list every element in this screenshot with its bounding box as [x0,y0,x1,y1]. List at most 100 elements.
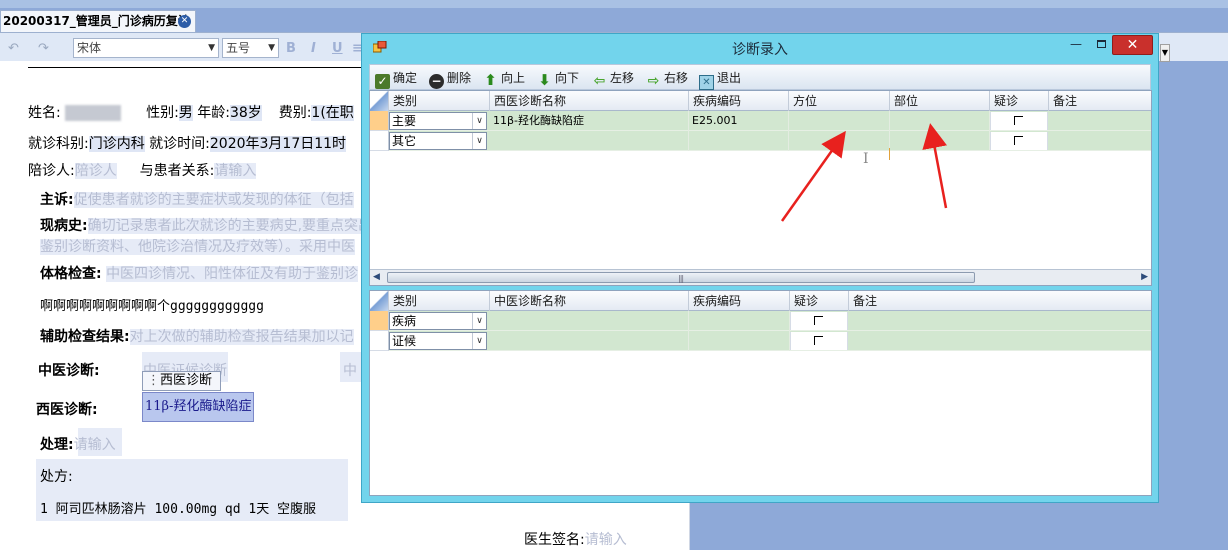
scroll-right-icon[interactable]: ▶ [1141,272,1148,282]
direction-cell[interactable] [789,111,890,131]
code-cell[interactable] [689,311,790,331]
document-tab[interactable]: 20200317_管理员_门诊病历复诊 ✕ [0,10,196,32]
code-cell[interactable]: E25.001 [689,111,789,131]
chevron-down-icon[interactable]: ∨ [472,313,486,329]
code-cell[interactable] [689,331,790,351]
col-suspected[interactable]: 疑诊 [990,91,1049,111]
treat-line: 处理:请输入 [40,434,116,454]
direction-cell[interactable] [789,131,890,151]
move-right-button[interactable]: ⇨ 右移 [646,69,688,89]
chevron-down-icon[interactable]: ∨ [472,113,486,129]
move-up-button[interactable]: ⬆ 向上 [483,69,525,88]
companion-label: 陪诊人: [28,163,75,179]
western-diagnosis-tag[interactable]: ⋮西医诊断 [142,371,222,391]
chevron-down-icon[interactable]: ∨ [472,133,486,149]
time-value[interactable]: 2020年3月17日11时 [209,136,347,152]
site-cell[interactable] [890,131,990,151]
minimize-icon[interactable]: — [1065,37,1087,53]
tcm-input-2[interactable]: 中 [343,360,357,380]
arrow-left-icon: ⇦ [593,73,606,89]
suspected-checkbox[interactable] [790,312,848,330]
name-cell[interactable]: 11β-羟化酶缺陷症 [490,111,689,131]
category-select[interactable]: 证候 ∨ [389,332,487,350]
col-category[interactable]: 类别 [389,91,490,111]
scroll-thumb[interactable]: ||| [387,272,975,283]
chevron-down-icon[interactable]: ∨ [472,333,486,349]
font-name-select[interactable]: 宋体 ▼ [73,38,219,58]
relation-input[interactable]: 请输入 [214,163,257,179]
col-code[interactable]: 疾病编码 [689,291,790,311]
italic-icon[interactable]: I [311,41,316,56]
site-cell[interactable] [890,111,990,131]
horizontal-scrollbar[interactable]: ◀ ||| ▶ [370,269,1151,285]
font-size-select[interactable]: 五号 ▼ [222,38,279,58]
history-input[interactable]: 确切记录患者此次就诊的主要病史,要重点突出 [87,218,373,234]
age-value[interactable]: 38岁 [229,105,262,121]
table-row[interactable]: 主要 ∨ 11β-羟化酶缺陷症 E25.001 [370,111,1151,131]
note-cell[interactable] [1049,111,1151,131]
maximize-icon[interactable] [1090,37,1112,53]
move-left-button[interactable]: ⇦ 左移 [592,69,634,89]
col-category[interactable]: 类别 [389,291,490,311]
close-circle-icon[interactable]: ✕ [178,15,191,28]
signature-input[interactable]: 请输入 [585,532,627,548]
exit-button[interactable]: ✕ 退出 [699,69,741,90]
category-select[interactable]: 其它 ∨ [389,132,487,150]
chevron-down-icon: ▼ [268,43,275,53]
col-note[interactable]: 备注 [849,291,1151,311]
select-all-corner[interactable] [370,91,389,111]
close-icon[interactable]: ✕ [1112,35,1153,55]
companion-input[interactable]: 陪诊人 [74,163,117,179]
treat-input[interactable]: 请输入 [74,437,116,453]
suspected-checkbox[interactable] [990,132,1048,150]
fee-value[interactable]: 1(在职 [311,105,354,121]
rx-line[interactable]: 1 阿司匹林肠溶片 100.00mg qd 1天 空腹服 [40,498,316,517]
suspected-checkbox[interactable] [790,332,848,350]
dialog-titlebar[interactable]: 诊断录入 — ✕ [362,34,1158,62]
redo-icon[interactable]: ↷ [38,41,49,56]
free-text[interactable]: 啊啊啊啊啊啊啊啊啊个gggggggggggg [40,295,264,314]
note-cell[interactable] [849,311,1151,331]
gender-label: 性别: [146,105,179,121]
col-note[interactable]: 备注 [1049,91,1151,111]
suspected-checkbox[interactable] [990,112,1048,130]
chevron-down-icon[interactable]: ▼ [1160,44,1170,62]
underline-icon[interactable]: U [332,41,343,56]
western-diagnosis-value[interactable]: 11β-羟化酶缺陷症 [142,392,254,422]
undo-icon[interactable]: ↶ [8,41,19,56]
code-cell[interactable] [689,131,789,151]
col-site[interactable]: 部位 [890,91,990,111]
bold-icon[interactable]: B [286,41,296,56]
col-code[interactable]: 疾病编码 [689,91,789,111]
row-header[interactable] [370,111,389,131]
confirm-button[interactable]: ✓ 确定 [375,69,417,89]
row-header[interactable] [370,311,389,331]
history-input-cont[interactable]: 鉴别诊断资料、他院诊治情况及疗效等）。采用中医 [40,239,355,255]
row-header[interactable] [370,131,389,151]
dept-value[interactable]: 门诊内科 [88,136,145,152]
name-cell[interactable] [490,331,689,351]
aux-input[interactable]: 对上次做的辅助检查报告结果加以记 [129,329,354,345]
select-all-corner[interactable] [370,291,389,311]
table-row[interactable]: 证候 ∨ [370,331,1151,351]
name-cell[interactable] [490,131,689,151]
category-select[interactable]: 疾病 ∨ [389,312,487,330]
move-down-button[interactable]: ⬇ 向下 [537,69,579,88]
note-cell[interactable] [849,331,1151,351]
complaint-input[interactable]: 促使患者就诊的主要症状或发现的体征（包括 [73,192,354,208]
category-select[interactable]: 主要 ∨ [389,112,487,130]
gender-value[interactable]: 男 [178,105,193,121]
col-name[interactable]: 西医诊断名称 [490,91,689,111]
name-cell[interactable] [490,311,689,331]
delete-button[interactable]: − 删除 [429,69,471,89]
col-suspected[interactable]: 疑诊 [790,291,849,311]
table-row[interactable]: 疾病 ∨ [370,311,1151,331]
col-name[interactable]: 中医诊断名称 [490,291,689,311]
exam-input[interactable]: 中医四诊情况、阳性体征及有助于鉴别诊 [106,266,359,282]
signature-label: 医生签名: [524,532,585,548]
note-cell[interactable] [1049,131,1151,151]
table-row[interactable]: 其它 ∨ [370,131,1151,151]
scroll-left-icon[interactable]: ◀ [373,272,380,282]
row-header[interactable] [370,331,389,351]
col-direction[interactable]: 方位 [789,91,890,111]
